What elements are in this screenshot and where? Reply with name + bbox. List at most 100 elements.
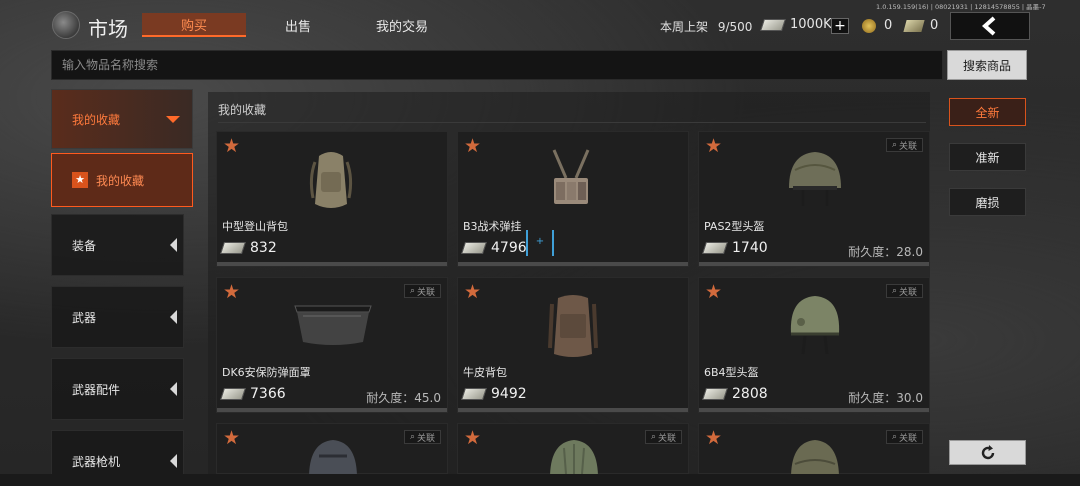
link-label: 关联 — [898, 433, 917, 444]
link-search-icon: ⌕ — [891, 286, 897, 296]
link-label: 关联 — [416, 287, 435, 298]
card-divider — [699, 262, 929, 266]
filter-like-new[interactable]: 准新 — [949, 143, 1026, 171]
link-button[interactable]: ⌕ 关联 — [403, 284, 441, 298]
helmet-icon — [550, 440, 598, 475]
section-title: 我的收藏 — [218, 103, 267, 117]
favorite-star-icon[interactable]: ★ — [705, 428, 722, 448]
item-card[interactable]: ★ 中型登山背包 832 — [216, 131, 448, 267]
item-card[interactable]: ★ B3战术弹挂 4796 + — [457, 131, 689, 267]
back-button[interactable] — [950, 12, 1030, 40]
item-price-value: 4796 — [491, 240, 527, 256]
favorite-star-icon[interactable]: ★ — [464, 428, 481, 448]
item-durability: 耐久度：45.0 — [366, 391, 441, 405]
link-button[interactable]: ⌕ 关联 — [403, 430, 441, 444]
favorite-star-icon[interactable]: ★ — [705, 136, 722, 156]
sidebar-item-weapons[interactable]: 武器 — [51, 286, 184, 348]
market-logo-icon — [52, 11, 80, 39]
item-price: 2808 — [702, 386, 768, 402]
cash-icon — [220, 242, 246, 254]
tab-my-trades[interactable]: 我的交易 — [360, 13, 444, 37]
cash-icon — [220, 388, 246, 400]
sidebar-item-label: 武器配件 — [72, 382, 121, 397]
item-price-value: 7366 — [250, 386, 286, 402]
card-divider — [699, 408, 929, 412]
chevron-left-icon — [170, 454, 177, 468]
search-input[interactable]: 输入物品名称搜索 — [51, 50, 943, 80]
ticket-icon — [903, 20, 925, 32]
favorite-star-icon[interactable]: ★ — [464, 282, 481, 302]
chevron-down-icon — [166, 115, 180, 123]
item-price: 9492 — [461, 386, 527, 402]
leather-backpack-icon — [548, 295, 598, 357]
search-button[interactable]: 搜索商品 — [947, 50, 1027, 80]
link-button[interactable]: ⌕ 关联 — [885, 430, 923, 444]
item-card[interactable]: ★ ⌕ 关联 6B4型头盔 2808 耐久度：30.0 — [698, 277, 930, 413]
item-card[interactable]: ★ ⌕ 关联 PAS2型头盔 1740 耐久度：28.0 — [698, 131, 930, 267]
card-divider — [217, 262, 447, 266]
card-divider — [217, 408, 447, 412]
face-shield-icon — [294, 305, 372, 345]
section-divider — [218, 122, 926, 123]
item-card[interactable]: ★ ⌕ 关联 DK6安保防弹面罩 7366 耐久度：45.0 — [216, 277, 448, 413]
favorite-star-icon[interactable]: ★ — [464, 136, 481, 156]
sidebar-item-equipment[interactable]: 装备 — [51, 214, 184, 276]
item-name: DK6安保防弹面罩 — [222, 366, 311, 379]
item-price: 832 — [220, 240, 277, 256]
compare-indicator[interactable]: + — [526, 230, 554, 256]
helmet-icon — [790, 296, 840, 355]
item-name: 中型登山背包 — [222, 220, 288, 233]
sidebar-item-label: 我的收藏 — [96, 173, 145, 188]
item-card[interactable]: ★ ⌕ 关联 — [698, 423, 930, 475]
cash-icon — [702, 388, 728, 400]
add-money-button[interactable]: + — [831, 18, 849, 34]
item-name: 牛皮背包 — [463, 366, 507, 379]
helmet-icon — [309, 440, 357, 475]
tab-sell[interactable]: 出售 — [262, 13, 334, 37]
cash-icon — [461, 242, 487, 254]
weekly-listing-value: 9/500 — [717, 20, 753, 34]
link-label: 关联 — [416, 433, 435, 444]
item-durability: 耐久度：30.0 — [848, 391, 923, 405]
cash-icon — [760, 18, 786, 31]
favorite-star-icon[interactable]: ★ — [705, 282, 722, 302]
ticket-value: 0 — [930, 18, 939, 33]
chevron-left-icon — [170, 310, 177, 324]
tab-buy[interactable]: 购买 — [142, 13, 246, 37]
chest-rig-icon — [552, 149, 590, 204]
item-name: 6B4型头盔 — [704, 366, 759, 379]
favorite-star-icon[interactable]: ★ — [223, 136, 240, 156]
favorite-star-icon[interactable]: ★ — [223, 282, 240, 302]
item-price-value: 9492 — [491, 386, 527, 402]
filter-brand-new[interactable]: 全新 — [949, 98, 1026, 126]
backpack-icon — [309, 152, 353, 208]
sidebar-favorites-header[interactable]: 我的收藏 — [51, 89, 193, 149]
link-search-icon: ⌕ — [891, 140, 897, 150]
item-card[interactable]: ★ ⌕ 关联 — [457, 423, 689, 475]
coin-icon — [862, 19, 876, 33]
link-button[interactable]: ⌕ 关联 — [885, 284, 923, 298]
weekly-listing-label: 本周上架 — [660, 20, 709, 34]
card-divider — [458, 262, 688, 266]
favorite-star-icon[interactable]: ★ — [223, 428, 240, 448]
link-button[interactable]: ⌕ 关联 — [885, 138, 923, 152]
sidebar-item-favorites[interactable]: ★ 我的收藏 — [51, 153, 193, 207]
link-button[interactable]: ⌕ 关联 — [644, 430, 682, 444]
item-card[interactable]: ★ ⌕ 关联 — [216, 423, 448, 475]
helmet-icon — [791, 440, 839, 475]
sidebar-item-weapon-parts[interactable]: 武器配件 — [51, 358, 184, 420]
item-card[interactable]: ★ 牛皮背包 9492 — [457, 277, 689, 413]
version-info: 1.0.159.159(16) | 08021931 | 12814578855… — [876, 3, 1046, 11]
card-divider — [458, 408, 688, 412]
page-title: 市场 — [88, 17, 128, 41]
coin-value: 0 — [884, 18, 893, 33]
filter-worn[interactable]: 磨损 — [949, 188, 1026, 216]
sidebar-item-label: 装备 — [72, 238, 97, 253]
star-icon: ★ — [72, 172, 88, 188]
sidebar-item-label: 武器枪机 — [72, 454, 121, 469]
chevron-left-icon — [981, 16, 996, 36]
chevron-left-icon — [170, 238, 177, 252]
helmet-icon — [789, 152, 841, 206]
money-value: 1000K — [790, 17, 832, 32]
refresh-button[interactable] — [949, 440, 1026, 465]
